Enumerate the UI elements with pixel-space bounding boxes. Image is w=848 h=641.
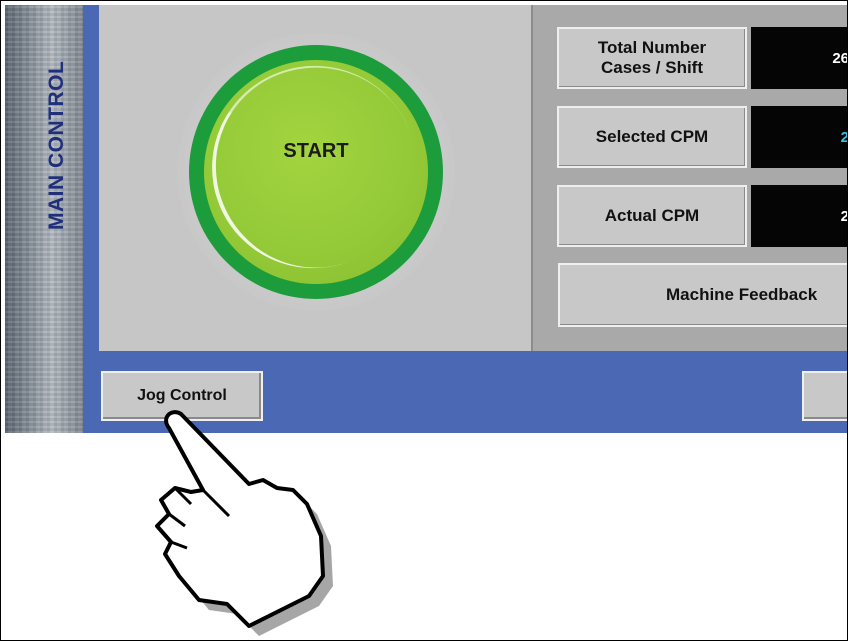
- start-button-label: START: [283, 139, 349, 162]
- hmi-screen: MAIN CONTROL START Total Number Cases / …: [5, 5, 847, 433]
- screenshot-frame: MAIN CONTROL START Total Number Cases / …: [0, 0, 848, 641]
- total-cases-label-line2: Cases / Shift: [600, 58, 704, 77]
- actual-cpm-label: Actual CPM: [557, 185, 747, 247]
- machine-feedback-label: Machine Feedback: [666, 285, 818, 304]
- actual-cpm-value: 2: [751, 185, 847, 247]
- main-control-tab[interactable]: MAIN CONTROL: [5, 5, 83, 433]
- main-control-label: MAIN CONTROL: [45, 60, 68, 230]
- selected-cpm-label: Selected CPM: [557, 106, 747, 168]
- right-edge-button[interactable]: [802, 371, 847, 421]
- pointing-hand-icon: [155, 410, 333, 636]
- start-button-ring: START: [183, 37, 445, 299]
- machine-feedback-button[interactable]: Machine Feedback: [558, 263, 847, 327]
- start-button-highlight: [183, 37, 445, 297]
- selected-cpm-value[interactable]: 2: [751, 106, 847, 168]
- total-cases-label-line1: Total Number: [597, 38, 707, 57]
- total-cases-value: 26: [751, 27, 847, 89]
- total-cases-label: Total Number Cases / Shift: [557, 27, 747, 89]
- start-button-bezel: START: [177, 33, 455, 311]
- start-button[interactable]: START: [183, 37, 445, 297]
